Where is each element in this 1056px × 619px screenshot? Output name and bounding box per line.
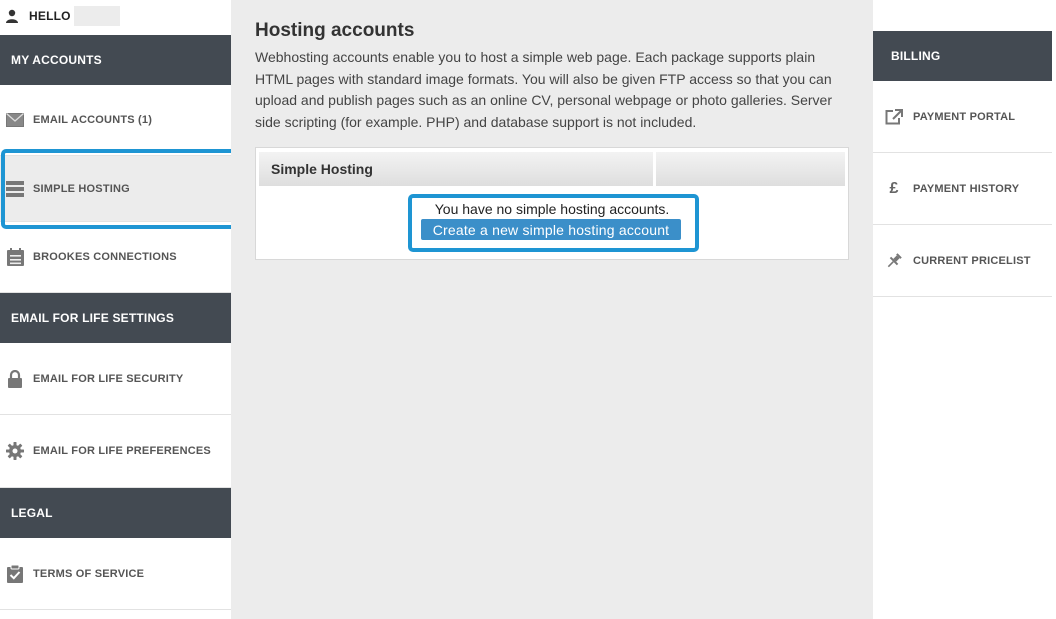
empty-state-message: You have no simple hosting accounts. [434,201,670,217]
section-header-billing: BILLING [873,31,1052,81]
server-icon [6,180,24,198]
sidebar-item-label: BROOKES CONNECTIONS [33,251,177,263]
sidebar-item-label: EMAIL FOR LIFE SECURITY [33,372,184,385]
section-header-legal: LEGAL [0,488,231,538]
calendar-list-icon [6,248,24,266]
table-header-simple-hosting: Simple Hosting [259,152,653,186]
sidebar-item-simple-hosting[interactable]: SIMPLE HOSTING [0,156,231,222]
right-sidebar: BILLING PAYMENT PORTAL £ PAYMENT HISTORY… [873,0,1056,619]
table-header-row: Simple Hosting [259,152,845,186]
sidebar-item-brookes-connections[interactable]: BROOKES CONNECTIONS [0,222,231,293]
sidebar-item-payment-portal[interactable]: PAYMENT PORTAL [873,81,1052,153]
envelope-icon [6,111,24,129]
user-greeting: HELLO [5,6,120,26]
section-header-email-for-life-settings: EMAIL FOR LIFE SETTINGS [0,293,231,343]
sidebar-item-label: SIMPLE HOSTING [33,182,130,195]
sidebar-item-label: EMAIL FOR LIFE PREFERENCES [33,445,211,457]
page-description: Webhosting accounts enable you to host a… [255,49,832,130]
sidebar-item-email-for-life-security[interactable]: EMAIL FOR LIFE SECURITY [0,343,231,415]
lock-icon [6,369,24,388]
left-sidebar: HELLO MY ACCOUNTS EMAIL ACCOUNTS (1) SIM… [0,0,239,619]
pound-sign-icon: £ [889,179,899,197]
page-title: Hosting accounts [255,20,415,41]
sidebar-item-current-pricelist[interactable]: CURRENT PRICELIST [873,225,1052,297]
sidebar-item-label: PAYMENT HISTORY [913,182,1020,195]
hosting-table: Simple Hosting You have no simple hostin… [255,147,849,260]
sidebar-item-label: PAYMENT PORTAL [913,110,1016,123]
external-link-icon [885,108,903,126]
sidebar-item-label: CURRENT PRICELIST [913,254,1031,267]
sidebar-item-email-accounts[interactable]: EMAIL ACCOUNTS (1) [0,85,231,156]
pushpin-icon [885,252,903,270]
create-hosting-account-button[interactable]: Create a new simple hosting account [421,219,681,240]
gear-icon [6,442,24,460]
sidebar-item-email-for-life-preferences[interactable]: EMAIL FOR LIFE PREFERENCES [0,415,231,488]
sidebar-item-label: EMAIL ACCOUNTS (1) [33,114,153,126]
user-icon [6,9,18,23]
greeting-text: HELLO [29,9,71,23]
main-content: Hosting accounts Webhosting accounts ena… [231,0,873,619]
redacted-username [73,6,120,26]
sidebar-item-payment-history[interactable]: £ PAYMENT HISTORY [873,153,1052,225]
sidebar-item-label: TERMS OF SERVICE [33,567,145,580]
table-header-empty [656,152,845,186]
sidebar-item-terms-of-service[interactable]: TERMS OF SERVICE [0,538,231,610]
section-header-my-accounts: MY ACCOUNTS [0,35,231,85]
clipboard-check-icon [6,564,24,583]
